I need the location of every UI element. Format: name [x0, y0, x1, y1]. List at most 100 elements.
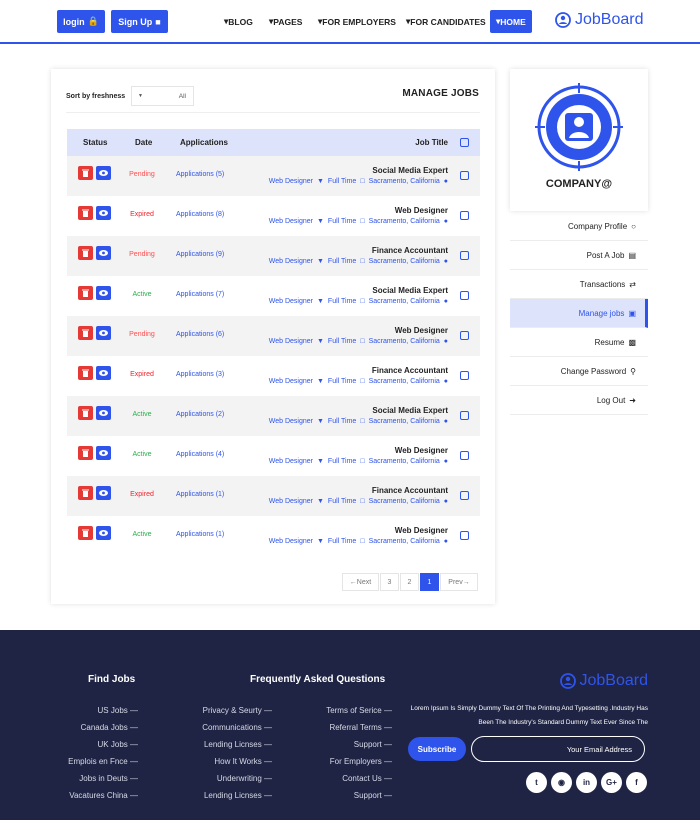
footer-link-faq[interactable]: Privacy & Seurty —	[203, 706, 272, 715]
sidebar-item-transactions[interactable]: Transactions ⇄	[510, 270, 648, 299]
footer-link-faq[interactable]: Support —	[354, 791, 392, 800]
signup-button[interactable]: Sign Up ■	[111, 10, 168, 33]
delete-icon[interactable]	[78, 526, 93, 540]
job-title[interactable]: Finance Accountant	[372, 486, 448, 495]
footer-link-faq[interactable]: Underwriting —	[217, 774, 272, 783]
sidebar-item-manage-jobs[interactable]: Manage jobs ▣	[510, 299, 648, 328]
row-checkbox[interactable]	[460, 451, 469, 460]
applications-link[interactable]: Applications (3)	[176, 371, 224, 378]
job-title[interactable]: Web Designer	[395, 526, 448, 535]
job-title[interactable]: Social Media Expert	[372, 406, 448, 415]
view-icon[interactable]	[96, 246, 111, 260]
view-icon[interactable]	[96, 166, 111, 180]
job-time: Full Time	[327, 538, 357, 545]
pagination-next[interactable]: ← Next	[342, 573, 379, 591]
row-checkbox[interactable]	[460, 291, 469, 300]
footer-link-faq[interactable]: Terms of Serice —	[326, 706, 392, 715]
sidebar-item-log-out[interactable]: Log Out ➜	[510, 386, 648, 415]
footer-link-faq[interactable]: Lending Licnses —	[204, 791, 272, 800]
delete-icon[interactable]	[78, 246, 93, 260]
delete-icon[interactable]	[78, 486, 93, 500]
delete-icon[interactable]	[78, 206, 93, 220]
delete-icon[interactable]	[78, 166, 93, 180]
email-input[interactable]: Your Email Address	[471, 736, 645, 762]
footer-link-faq[interactable]: For Employers —	[330, 757, 392, 766]
pagination-page-active[interactable]: 1	[420, 573, 439, 591]
row-checkbox[interactable]	[460, 411, 469, 420]
view-icon[interactable]	[96, 526, 111, 540]
sidebar-item-change-password[interactable]: Change Password ⚲	[510, 357, 648, 386]
footer-link-faq[interactable]: Referral Terms —	[329, 723, 392, 732]
filter-icon: ▼	[316, 298, 324, 305]
applications-link[interactable]: Applications (6)	[176, 331, 224, 338]
delete-icon[interactable]	[78, 286, 93, 300]
subscribe-button[interactable]: Subscribe	[408, 737, 466, 761]
view-icon[interactable]	[96, 446, 111, 460]
job-title[interactable]: Finance Accountant	[372, 366, 448, 375]
view-icon[interactable]	[96, 286, 111, 300]
row-checkbox[interactable]	[460, 171, 469, 180]
nav-pages[interactable]: ▾ PAGES	[269, 10, 302, 33]
row-checkbox[interactable]	[460, 211, 469, 220]
footer-link-faq[interactable]: Support —	[354, 740, 392, 749]
job-title[interactable]: Web Designer	[395, 446, 448, 455]
view-icon[interactable]	[96, 406, 111, 420]
instagram-icon[interactable]: ◉	[551, 772, 572, 793]
footer-logo[interactable]: JobBoard	[559, 672, 648, 690]
nav-blog[interactable]: ▾ BLOG	[224, 10, 253, 33]
pagination-page[interactable]: 2	[400, 573, 419, 591]
footer-link-find-jobs[interactable]: Emplois en Fnce —	[68, 757, 138, 766]
footer-link-faq[interactable]: How It Works —	[214, 757, 272, 766]
sidebar-item-company-profile[interactable]: Company Profile ○	[510, 212, 648, 241]
delete-icon[interactable]	[78, 326, 93, 340]
applications-link[interactable]: Applications (8)	[176, 211, 224, 218]
login-button[interactable]: login 🔒	[57, 10, 105, 33]
view-icon[interactable]	[96, 366, 111, 380]
footer-link-find-jobs[interactable]: Canada Jobs —	[81, 723, 138, 732]
site-logo[interactable]: JobBoard	[554, 11, 644, 29]
applications-link[interactable]: Applications (5)	[176, 171, 224, 178]
footer-link-faq[interactable]: Lending Licnses —	[204, 740, 272, 749]
delete-icon[interactable]	[78, 406, 93, 420]
applications-link[interactable]: Applications (4)	[176, 451, 224, 458]
select-all-checkbox[interactable]	[460, 138, 469, 147]
row-checkbox[interactable]	[460, 491, 469, 500]
delete-icon[interactable]	[78, 446, 93, 460]
view-icon[interactable]	[96, 486, 111, 500]
job-title[interactable]: Social Media Expert	[372, 286, 448, 295]
footer-link-faq[interactable]: Communications —	[202, 723, 272, 732]
applications-link[interactable]: Applications (2)	[176, 411, 224, 418]
footer-link-faq[interactable]: Contact Us —	[342, 774, 392, 783]
view-icon[interactable]	[96, 326, 111, 340]
job-title[interactable]: Web Designer	[395, 206, 448, 215]
facebook-icon[interactable]: f	[626, 772, 647, 793]
job-title[interactable]: Finance Accountant	[372, 246, 448, 255]
sidebar-item-resume[interactable]: Resume ▩	[510, 328, 648, 357]
delete-icon[interactable]	[78, 366, 93, 380]
applications-link[interactable]: Applications (7)	[176, 291, 224, 298]
applications-link[interactable]: Applications (1)	[176, 531, 224, 538]
sort-select[interactable]: ▼ All	[131, 86, 194, 106]
linkedin-icon[interactable]: in	[576, 772, 597, 793]
view-icon[interactable]	[96, 206, 111, 220]
row-checkbox[interactable]	[460, 371, 469, 380]
row-checkbox[interactable]	[460, 531, 469, 540]
footer-link-find-jobs[interactable]: Jobs in Deuts —	[79, 774, 138, 783]
pagination-page[interactable]: 3	[380, 573, 399, 591]
applications-link[interactable]: Applications (1)	[176, 491, 224, 498]
applications-link[interactable]: Applications (9)	[176, 251, 224, 258]
google-plus-icon[interactable]: G+	[601, 772, 622, 793]
footer-link-find-jobs[interactable]: US Jobs —	[98, 706, 138, 715]
job-title[interactable]: Social Media Expert	[372, 166, 448, 175]
row-checkbox[interactable]	[460, 251, 469, 260]
nav-home[interactable]: ▾ HOME	[490, 10, 532, 33]
sidebar-item-post-a-job[interactable]: Post A Job ▤	[510, 241, 648, 270]
footer-link-find-jobs[interactable]: UK Jobs —	[98, 740, 138, 749]
nav-for-employers[interactable]: ▾ FOR EMPLOYERS	[318, 10, 396, 33]
nav-for-candidates[interactable]: ▾ FOR CANDIDATES	[406, 10, 486, 33]
pagination-prev[interactable]: Prev →	[440, 573, 478, 591]
row-checkbox[interactable]	[460, 331, 469, 340]
job-title[interactable]: Web Designer	[395, 326, 448, 335]
footer-link-find-jobs[interactable]: Vacatures China —	[69, 791, 138, 800]
twitter-icon[interactable]: t	[526, 772, 547, 793]
